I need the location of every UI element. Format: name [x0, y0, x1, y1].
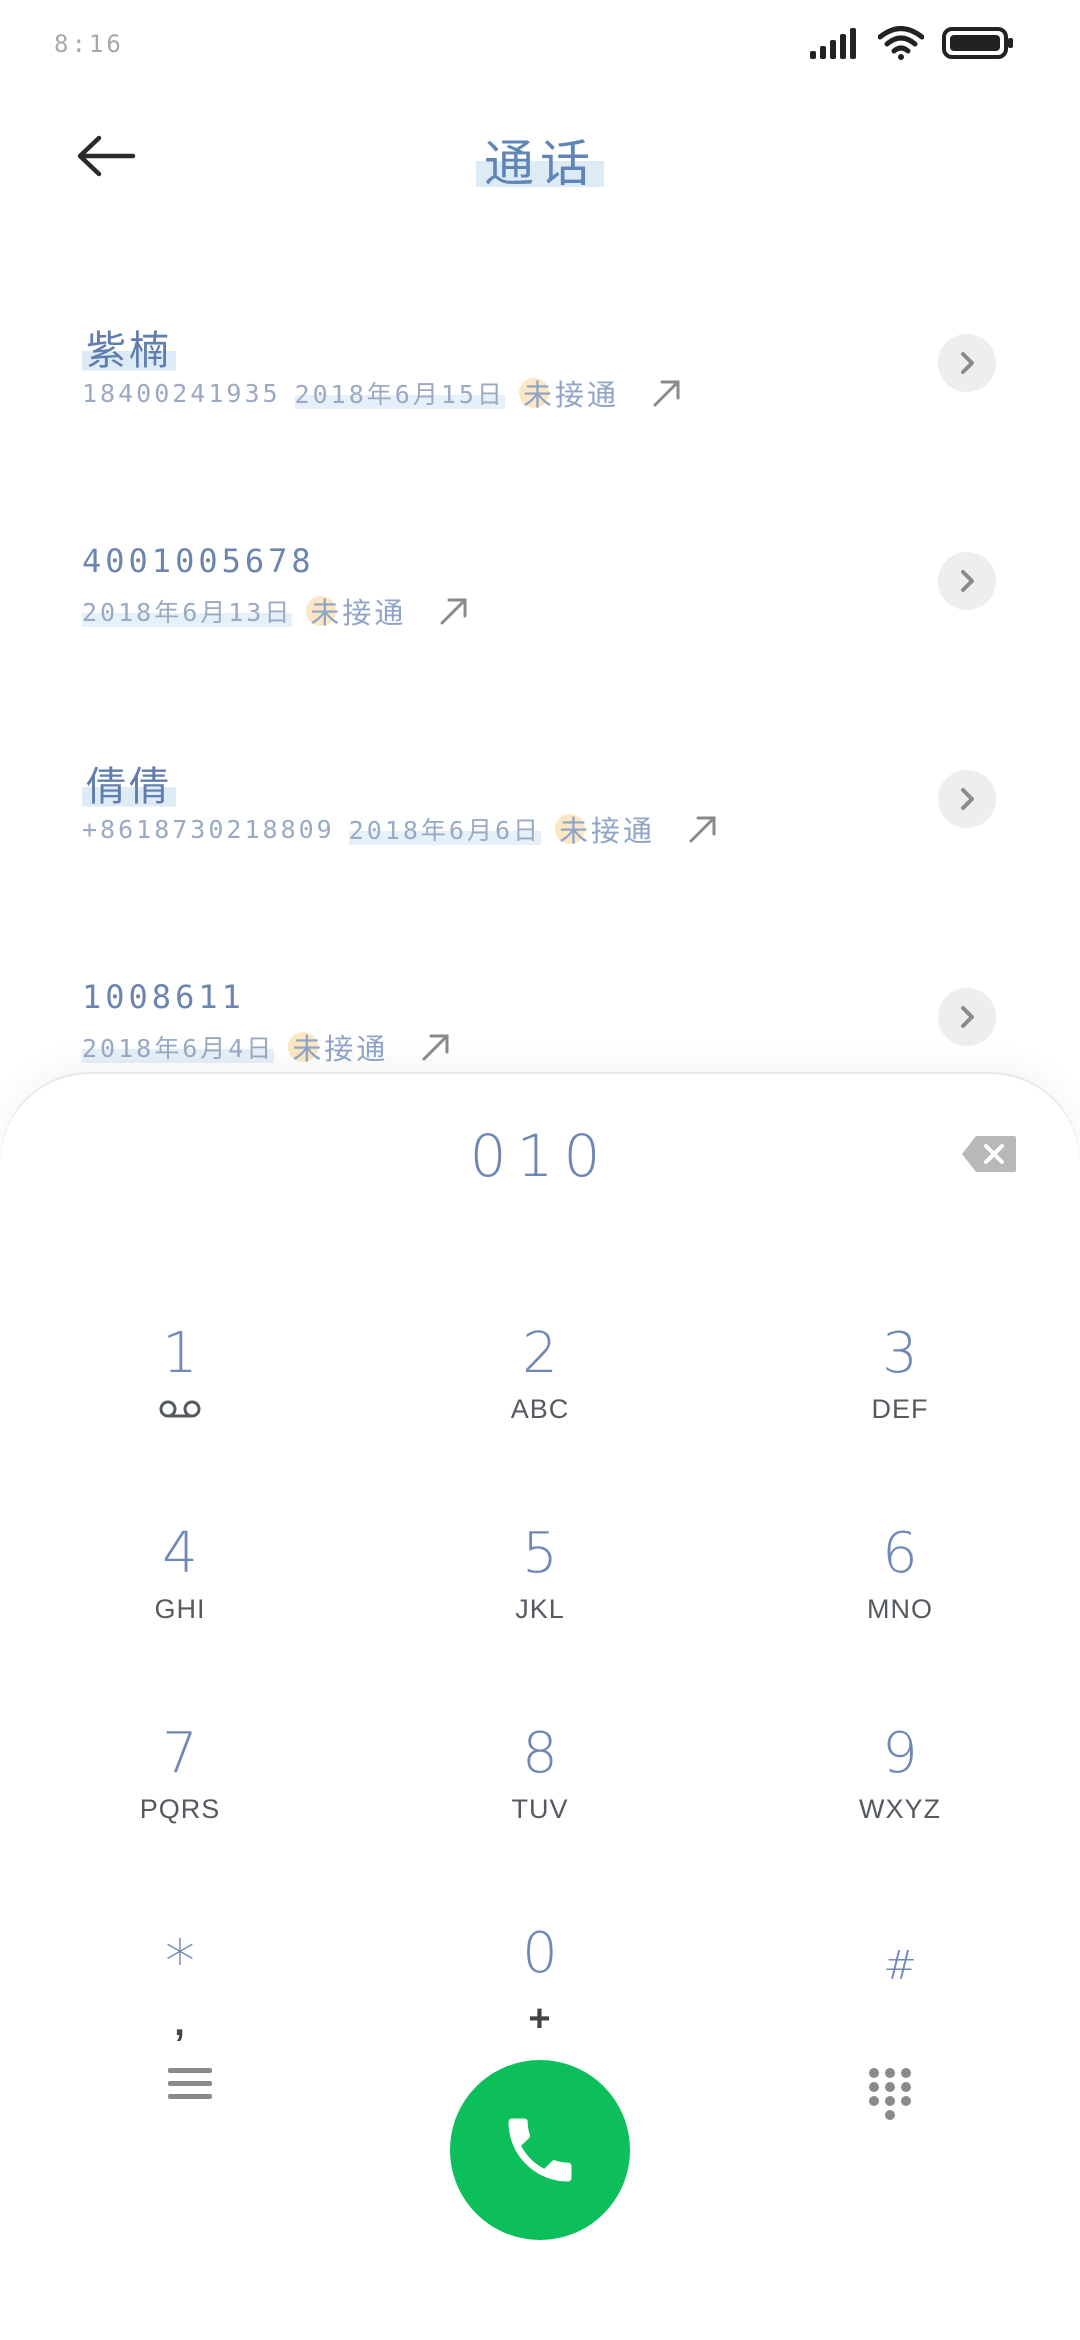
chevron-right-icon	[961, 788, 974, 810]
status-time: 8:16	[54, 30, 124, 58]
key-digit: 7	[162, 1721, 198, 1786]
dialer-action-bar	[0, 1984, 1080, 2240]
outgoing-call-icon	[438, 595, 470, 627]
call-button[interactable]	[450, 2060, 630, 2240]
status-bar: 8:16	[0, 0, 1080, 96]
call-log-item[interactable]: 4001005678 2018年6月13日 未接通	[0, 508, 1080, 726]
chevron-right-icon	[961, 570, 974, 592]
voicemail-icon	[158, 1398, 202, 1426]
call-info-button[interactable]	[938, 988, 996, 1046]
call-status: 未接通	[518, 372, 619, 414]
call-date: 2018年6月13日	[82, 593, 293, 629]
phone-number: 18400241935	[82, 378, 281, 408]
call-details: 2018年6月4日 未接通	[82, 1026, 452, 1068]
key-7[interactable]: 7 PQRS	[0, 1688, 360, 1888]
phone-icon	[508, 2118, 572, 2182]
call-log-list: 紫楠 18400241935 2018年6月15日 未接通 4001005678…	[0, 290, 1080, 1162]
contact-name: 紫楠	[82, 318, 176, 376]
chevron-right-icon	[961, 352, 974, 374]
call-details: 18400241935 2018年6月15日 未接通	[82, 372, 683, 414]
contact-name: 倩倩	[82, 754, 176, 812]
call-date: 2018年6月4日	[82, 1029, 275, 1065]
key-2[interactable]: 2 ABC	[360, 1288, 720, 1488]
key-digit: 6	[882, 1521, 918, 1586]
call-info-button[interactable]	[938, 552, 996, 610]
contact-name: 4001005678	[82, 542, 315, 580]
dialed-number[interactable]: 010	[0, 1122, 1080, 1190]
menu-button[interactable]	[150, 2054, 230, 2114]
key-8[interactable]: 8 TUV	[360, 1688, 720, 1888]
key-letters: GHI	[154, 1594, 206, 1624]
outgoing-call-icon	[651, 377, 683, 409]
outgoing-call-icon	[687, 813, 719, 845]
signal-icon	[810, 28, 856, 59]
key-9[interactable]: 9 WXYZ	[720, 1688, 1080, 1888]
call-status: 未接通	[288, 1026, 388, 1068]
outgoing-call-icon	[420, 1031, 452, 1063]
key-digit: #	[883, 1943, 917, 1989]
wifi-icon	[878, 26, 924, 60]
key-4[interactable]: 4 GHI	[0, 1488, 360, 1688]
header: 通话	[0, 96, 1080, 216]
status-icons	[810, 26, 1014, 60]
key-1[interactable]: 1	[0, 1288, 360, 1488]
contact-name: 1008611	[82, 978, 245, 1016]
key-digit: 8	[522, 1721, 558, 1786]
keypad-toggle-button[interactable]	[850, 2054, 930, 2134]
key-letters: JKL	[515, 1594, 565, 1624]
key-3[interactable]: 3 DEF	[720, 1288, 1080, 1488]
call-status: 未接通	[306, 590, 406, 632]
key-digit: 4	[162, 1521, 198, 1586]
key-6[interactable]: 6 MNO	[720, 1488, 1080, 1688]
call-date: 2018年6月15日	[294, 375, 505, 411]
page-title: 通话	[0, 124, 1080, 196]
call-status: 未接通	[555, 808, 655, 850]
backspace-icon	[962, 1136, 1016, 1172]
keypad: 1 2 ABC 3 DEF 4 GHI 5 JKL 6 MNO 7 PQRS 8…	[0, 1288, 1080, 2088]
key-letters: WXYZ	[859, 1794, 941, 1824]
key-digit: 9	[882, 1721, 918, 1786]
key-letters: MNO	[867, 1594, 933, 1624]
menu-icon	[168, 2068, 212, 2099]
call-details: +8618730218809 2018年6月6日 未接通	[82, 808, 719, 850]
battery-icon	[942, 27, 1013, 59]
dialpad-icon	[869, 2068, 911, 2120]
key-digit: 3	[882, 1321, 918, 1386]
phone-number: +8618730218809	[82, 814, 335, 844]
chevron-right-icon	[961, 1006, 974, 1028]
key-letters: ABC	[510, 1394, 570, 1424]
delete-button[interactable]	[960, 1134, 1018, 1174]
key-5[interactable]: 5 JKL	[360, 1488, 720, 1688]
key-digit: 1	[162, 1321, 198, 1386]
key-digit: *	[165, 1927, 195, 1997]
call-date: 2018年6月6日	[348, 811, 542, 847]
call-info-button[interactable]	[938, 770, 996, 828]
call-log-item[interactable]: 倩倩 +8618730218809 2018年6月6日 未接通	[0, 726, 1080, 944]
key-letters: DEF	[871, 1394, 929, 1424]
call-details: 2018年6月13日 未接通	[82, 590, 470, 632]
key-letters: PQRS	[139, 1794, 221, 1824]
call-info-button[interactable]	[938, 334, 996, 392]
key-digit: 0	[522, 1921, 558, 1986]
key-digit: 5	[522, 1521, 558, 1586]
key-digit: 2	[522, 1321, 558, 1386]
call-log-item[interactable]: 紫楠 18400241935 2018年6月15日 未接通	[0, 290, 1080, 508]
key-letters: TUV	[511, 1794, 569, 1824]
